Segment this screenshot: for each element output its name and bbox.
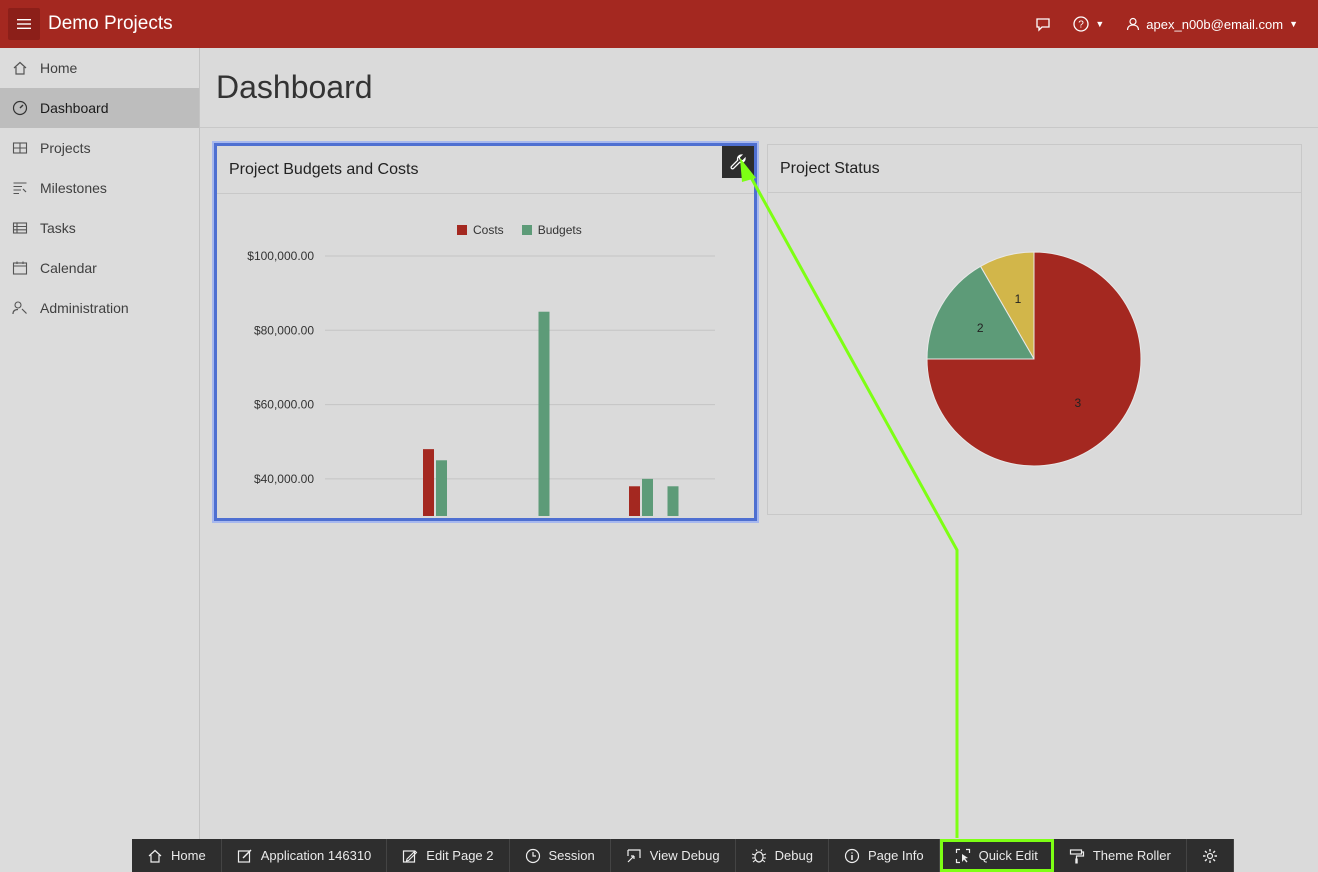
projects-icon — [12, 140, 28, 156]
chevron-down-icon: ▼ — [1289, 19, 1298, 29]
y-tick-label: $100,000.00 — [247, 249, 314, 263]
quick-edit-wrench-button[interactable] — [722, 146, 754, 178]
dev-button-label: Theme Roller — [1092, 848, 1171, 863]
view-debug-icon — [626, 848, 642, 864]
costs-bar[interactable] — [629, 486, 640, 516]
gear-icon — [1202, 848, 1218, 864]
chat-bubble-icon — [1036, 18, 1051, 32]
dev-quick-edit-button[interactable]: Quick Edit — [939, 839, 1054, 872]
dev-button-label: Debug — [774, 848, 813, 863]
budgets-bar[interactable] — [642, 478, 653, 516]
administration-icon — [12, 300, 28, 316]
region-title: Project Budgets and Costs — [217, 146, 754, 194]
clock-icon — [525, 848, 541, 864]
dashboard-icon — [12, 100, 28, 116]
dev-theme-roller-button[interactable]: Theme Roller — [1054, 839, 1187, 872]
sidebar-item-label: Dashboard — [40, 100, 109, 116]
y-tick-label: $60,000.00 — [254, 398, 314, 412]
sidebar-item-milestones[interactable]: Milestones — [0, 168, 199, 208]
dev-page-info-button[interactable]: Page Info — [829, 839, 940, 872]
sidebar-item-label: Home — [40, 60, 78, 76]
dev-debug-button[interactable]: Debug — [736, 839, 829, 872]
bug-icon — [751, 848, 767, 864]
pie-slice-label: 1 — [1015, 292, 1022, 306]
main-content: Dashboard Project Budgets and Costs Cost… — [200, 48, 1318, 872]
tasks-icon — [12, 220, 28, 236]
dev-settings-button[interactable] — [1187, 839, 1234, 872]
help-icon: ? — [1073, 16, 1090, 32]
hamburger-menu-button[interactable] — [8, 8, 40, 40]
pencil-icon — [402, 848, 418, 864]
sidebar-item-administration[interactable]: Administration — [0, 288, 199, 328]
feedback-button[interactable] — [1035, 16, 1051, 32]
help-menu-button[interactable]: ? ▼ — [1073, 16, 1104, 32]
sidebar-item-label: Milestones — [40, 180, 107, 196]
bar-chart: $100,000.00 $80,000.00 $60,000.00 $40,000.0… — [247, 249, 715, 516]
user-menu-button[interactable]: apex_n00b@email.com ▼ — [1126, 17, 1298, 32]
milestones-icon — [12, 180, 28, 196]
top-header: Demo Projects ? ▼ apex_n00b@email.com ▼ — [0, 0, 1318, 48]
home-icon — [147, 848, 163, 864]
chevron-down-icon: ▼ — [1095, 19, 1105, 29]
pie-chart: 1 2 3 — [926, 251, 1142, 467]
budgets-bar[interactable] — [538, 311, 550, 516]
pie-slice-label: 3 — [1075, 396, 1082, 410]
dev-button-label: Application 146310 — [260, 848, 372, 863]
region-budgets-costs[interactable]: Project Budgets and Costs Costs Budgets … — [214, 143, 757, 521]
paint-roller-icon — [1069, 848, 1085, 864]
dev-button-label: View Debug — [649, 848, 720, 863]
budgets-bar[interactable] — [667, 486, 679, 516]
dev-button-label: Page Info — [867, 848, 924, 863]
sidebar-item-tasks[interactable]: Tasks — [0, 208, 199, 248]
user-icon — [1127, 17, 1140, 31]
region-title: Project Status — [768, 145, 1301, 193]
dev-button-label: Home — [171, 848, 206, 863]
dev-view-debug-button[interactable]: View Debug — [611, 839, 736, 872]
wrench-icon — [730, 154, 746, 170]
home-icon — [12, 60, 28, 76]
info-icon — [844, 848, 860, 864]
dev-application-button[interactable]: Application 146310 — [222, 839, 388, 872]
page-header: Dashboard — [200, 48, 1318, 128]
dev-button-label: Session — [548, 848, 595, 863]
dev-home-button[interactable]: Home — [132, 839, 222, 872]
sidebar-item-label: Administration — [40, 300, 129, 316]
sidebar-item-calendar[interactable]: Calendar — [0, 248, 199, 288]
region-project-status[interactable]: Project Status 1 2 3 — [767, 144, 1302, 515]
edit-app-icon — [237, 848, 253, 864]
user-name: apex_n00b@email.com — [1146, 16, 1284, 32]
sidebar-item-home[interactable]: Home — [0, 48, 199, 88]
app-title[interactable]: Demo Projects — [48, 13, 173, 35]
costs-bar[interactable] — [423, 449, 434, 516]
y-tick-label: $40,000.00 — [254, 472, 314, 486]
pie-slice-label: 2 — [977, 321, 984, 335]
svg-text:?: ? — [1079, 20, 1085, 31]
dev-session-button[interactable]: Session — [510, 839, 611, 872]
dev-button-label: Edit Page 2 — [426, 848, 494, 863]
dev-button-label: Quick Edit — [978, 848, 1038, 863]
sidebar-item-label: Projects — [40, 140, 91, 156]
developer-toolbar: Home Application 146310 Edit Page 2 Sess… — [132, 839, 1234, 872]
page-title: Dashboard — [216, 69, 373, 105]
sidebar-item-dashboard[interactable]: Dashboard — [0, 88, 199, 128]
dev-edit-page-button[interactable]: Edit Page 2 — [387, 839, 510, 872]
sidebar-item-projects[interactable]: Projects — [0, 128, 199, 168]
sidebar-item-label: Tasks — [40, 220, 76, 236]
quick-edit-icon — [955, 848, 971, 864]
calendar-icon — [12, 260, 28, 276]
sidebar-item-label: Calendar — [40, 260, 97, 276]
hamburger-icon — [17, 19, 31, 29]
sidebar: Home Dashboard Projects Milestones Tasks… — [0, 48, 200, 872]
budgets-bar[interactable] — [436, 460, 447, 516]
y-tick-label: $80,000.00 — [254, 323, 314, 337]
